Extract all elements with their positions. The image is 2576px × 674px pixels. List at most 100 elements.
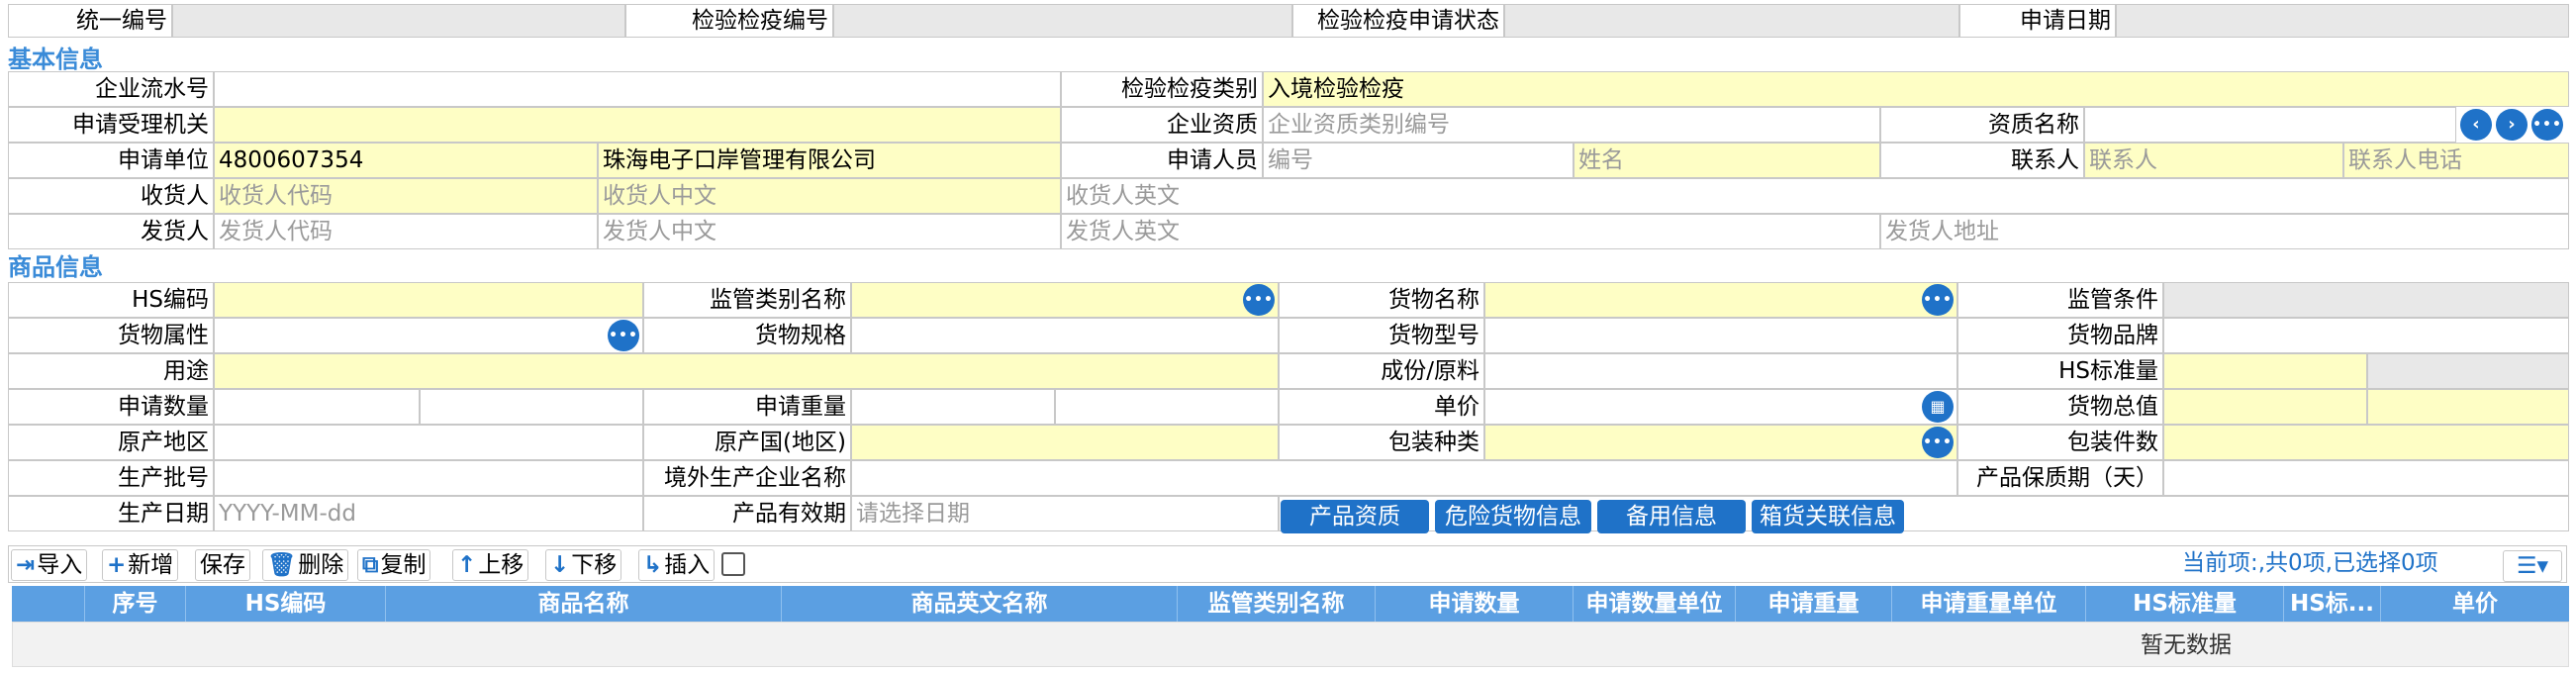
import-button[interactable]: ⇥导入 [11,549,88,581]
shelf-life-label: 产品保质期（天） [1957,460,2163,496]
pack-count-input[interactable] [2163,425,2569,460]
col-apply-qty-unit[interactable]: 申请数量单位 [1574,586,1736,622]
col-unit-price[interactable]: 单价 [2381,586,2569,622]
ent-qual-input[interactable]: 企业资质类别编号 [1263,107,1880,143]
valid-period-input[interactable]: 请选择日期 [851,496,1279,531]
goods-attr-input[interactable] [214,318,643,353]
apply-person-name-input[interactable]: 姓名 [1574,143,1880,178]
shelf-life-input[interactable] [2163,460,2569,496]
apply-date-field [2116,4,2569,38]
applicant-name-input[interactable]: 珠海电子口岸管理有限公司 [598,143,1061,178]
consignor-code-input[interactable]: 发货人代码 [214,214,598,249]
next-icon[interactable]: › [2496,109,2528,141]
contact-input[interactable]: 联系人 [2084,143,2343,178]
foreign-producer-label: 境外生产企业名称 [643,460,851,496]
apply-qty-input[interactable] [214,389,420,425]
move-down-button[interactable]: ↓下移 [545,549,622,581]
apply-weight-input[interactable] [851,389,1055,425]
basic-info-title: 基本信息 [8,46,103,73]
insp-category-select[interactable]: 入境检验检疫 [1263,71,2569,107]
col-apply-weight[interactable]: 申请重量 [1736,586,1892,622]
container-link-button[interactable]: 箱货关联信息 [1752,500,1904,533]
move-down-label: 下移 [571,552,618,578]
consignor-en-input[interactable]: 发货人英文 [1061,214,1880,249]
column-menu-icon[interactable]: ☰▾ [2503,550,2562,582]
col-supervise-cat[interactable]: 监管类别名称 [1178,586,1376,622]
goods-attr-more-icon[interactable]: ••• [608,320,639,351]
consignee-code-input[interactable]: 收货人代码 [214,178,598,214]
add-button[interactable]: +新增 [102,549,179,581]
goods-spec-label: 货物规格 [643,318,851,353]
insp-category-label: 检验检疫类别 [1061,71,1263,107]
supervise-cat-input[interactable] [851,282,1279,318]
valid-period-label: 产品有效期 [643,496,851,531]
ingredient-input[interactable] [1484,353,1957,389]
usage-label: 用途 [8,353,214,389]
apply-status-label: 检验检疫申请状态 [1292,4,1504,38]
col-hs-std-qty[interactable]: HS标准量 [2086,586,2284,622]
origin-country-input[interactable] [851,425,1279,460]
goods-model-input[interactable] [1484,318,1957,353]
total-value-input[interactable] [2163,389,2367,425]
foreign-producer-input[interactable] [851,460,1957,496]
apply-person-no-input[interactable]: 编号 [1263,143,1574,178]
contact-phone-input[interactable]: 联系人电话 [2343,143,2569,178]
arrow-down-icon: ↓ [550,552,570,578]
goods-brand-input[interactable] [2163,318,2569,353]
qual-name-input[interactable] [2084,107,2456,143]
calculator-icon[interactable]: ▦ [1922,391,1954,423]
dangerous-goods-button[interactable]: 危险货物信息 [1435,500,1591,533]
usage-input[interactable] [214,353,1279,389]
import-icon: ⇥ [16,552,36,578]
pack-type-more-icon[interactable]: ••• [1922,427,1954,458]
applicant-label: 申请单位 [8,143,214,178]
apply-qty-label: 申请数量 [8,389,214,425]
ent-serial-input[interactable] [214,71,1061,107]
applicant-code-input[interactable]: 4800607354 [214,143,598,178]
unified-no-label: 统一编号 [8,4,172,38]
col-apply-weight-unit[interactable]: 申请重量单位 [1892,586,2086,622]
batch-no-input[interactable] [214,460,643,496]
col-hs-std-unit[interactable]: HS标... [2284,586,2381,622]
unified-no-field [172,4,625,38]
prod-date-input[interactable]: YYYY-MM-dd [214,496,643,531]
spare-info-button[interactable]: 备用信息 [1597,500,1746,533]
qual-name-label: 资质名称 [1880,107,2084,143]
hs-code-label: HS编码 [8,282,214,318]
selection-status: 当前项:,共0项,已选择0项 [2182,550,2438,576]
accept-org-input[interactable] [214,107,1061,143]
goods-name-input[interactable] [1484,282,1957,318]
col-apply-qty[interactable]: 申请数量 [1376,586,1574,622]
col-seq[interactable]: 序号 [85,586,186,622]
unit-price-input[interactable] [1484,389,1957,425]
product-qual-button[interactable]: 产品资质 [1281,500,1429,533]
goods-name-more-icon[interactable]: ••• [1922,284,1954,316]
hs-std-qty-input[interactable] [2163,353,2367,389]
apply-qty-unit-input[interactable] [420,389,643,425]
hs-code-input[interactable] [214,282,643,318]
more-icon[interactable]: ••• [2531,109,2563,141]
import-label: 导入 [37,552,83,578]
apply-weight-unit-input[interactable] [1055,389,1279,425]
delete-button[interactable]: 🗑删除 [262,549,349,581]
consignor-cn-input[interactable]: 发货人中文 [598,214,1061,249]
prev-icon[interactable]: ‹ [2460,109,2492,141]
col-goods-name[interactable]: 商品名称 [386,586,782,622]
consignor-addr-input[interactable]: 发货人地址 [1880,214,2569,249]
select-all-checkbox[interactable] [721,552,745,576]
currency-input[interactable] [2367,389,2569,425]
hs-std-unit-field [2367,353,2569,389]
copy-button[interactable]: ⧉复制 [357,549,431,581]
save-button[interactable]: 保存 [195,549,250,581]
insert-button[interactable]: ↳插入 [638,549,716,581]
supervise-cat-more-icon[interactable]: ••• [1243,284,1275,316]
consignee-cn-input[interactable]: 收货人中文 [598,178,1061,214]
col-goods-en-name[interactable]: 商品英文名称 [782,586,1178,622]
move-up-button[interactable]: ↑上移 [452,549,529,581]
consignee-en-input[interactable]: 收货人英文 [1061,178,2569,214]
goods-spec-input[interactable] [851,318,1279,353]
origin-area-input[interactable] [214,425,643,460]
col-hs-code[interactable]: HS编码 [186,586,386,622]
grid-header: 序号 HS编码 商品名称 商品英文名称 监管类别名称 申请数量 申请数量单位 申… [12,586,2569,622]
pack-type-input[interactable] [1484,425,1957,460]
